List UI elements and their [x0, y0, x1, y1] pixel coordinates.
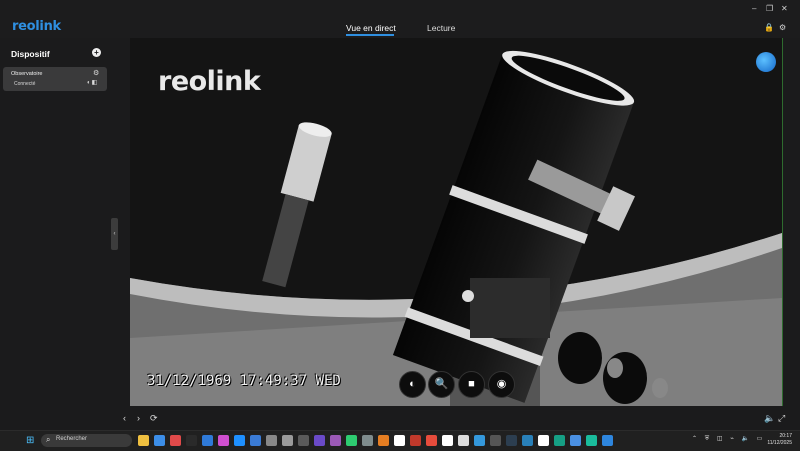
add-device-button[interactable]: +	[92, 48, 101, 57]
taskbar-app-icon[interactable]	[506, 435, 517, 446]
taskbar-app-icon[interactable]	[586, 435, 597, 446]
taskbar-apps	[138, 435, 613, 447]
lock-icon[interactable]: 🔒	[764, 23, 774, 32]
taskbar-app-icon[interactable]	[602, 435, 613, 446]
search-placeholder: Rechercher	[56, 436, 88, 442]
taskbar-app-icon[interactable]	[314, 435, 325, 446]
taskbar-app-icon[interactable]	[202, 435, 213, 446]
taskbar-app-icon[interactable]	[474, 435, 485, 446]
next-icon[interactable]: ›	[137, 413, 140, 423]
tab-live-view[interactable]: Vue en direct	[346, 23, 396, 33]
previous-icon[interactable]: ‹	[123, 413, 126, 423]
volume-icon[interactable]: 🔈	[764, 413, 775, 424]
gear-icon[interactable]: ⚙	[779, 23, 786, 32]
taskbar-app-icon[interactable]	[266, 435, 277, 446]
clock-time: 20:17	[779, 433, 792, 439]
taskbar-app-icon[interactable]	[490, 435, 501, 446]
taskbar-app-icon[interactable]	[426, 435, 437, 446]
snapshot-icon[interactable]: ◉	[488, 371, 515, 398]
windows-taskbar: ⊞ ⌕ Rechercher ⌃ ⛨ ◫ ⌁ 🔈 ▭ 20:17 11/12/2…	[0, 430, 800, 451]
taskbar-app-icon[interactable]	[522, 435, 533, 446]
taskbar-app-icon[interactable]	[250, 435, 261, 446]
tab-playback[interactable]: Lecture	[427, 23, 455, 33]
system-tray-icons[interactable]: ⌃ ⛨ ◫ ⌁ 🔈 ▭	[692, 435, 765, 443]
taskbar-app-icon[interactable]	[410, 435, 421, 446]
device-name: Observatoire	[11, 71, 43, 77]
clock-date: 11/12/2025	[767, 440, 792, 446]
search-icon: ⌕	[46, 435, 51, 444]
device-status: Connecté	[14, 81, 36, 87]
taskbar-app-icon[interactable]	[234, 435, 245, 446]
start-icon[interactable]: ⊞	[26, 436, 36, 446]
taskbar-app-icon[interactable]	[362, 435, 373, 446]
taskbar-app-icon[interactable]	[346, 435, 357, 446]
taskbar-app-icon[interactable]	[170, 435, 181, 446]
taskbar-app-icon[interactable]	[442, 435, 453, 446]
taskbar-app-icon[interactable]	[282, 435, 293, 446]
taskbar-app-icon[interactable]	[538, 435, 549, 446]
sidebar-collapse-handle[interactable]: ‹	[111, 218, 118, 250]
live-video-view[interactable]: reolink 31/12/1969 17:49:37 WED ◐ 🔍 ■ ◉	[130, 38, 783, 406]
taskbar-app-icon[interactable]	[186, 435, 197, 446]
device-status-icons: ◐◧	[87, 80, 99, 86]
fullscreen-icon[interactable]: ⤢	[778, 413, 785, 424]
taskbar-app-icon[interactable]	[330, 435, 341, 446]
video-timestamp: 31/12/1969 17:49:37 WED	[147, 373, 341, 389]
player-bottom-bar: ‹ › ⟳ 🔈 ⤢	[0, 406, 800, 430]
sidebar-title: Dispositif	[11, 49, 50, 59]
ai-detection-icon[interactable]	[756, 52, 776, 72]
app-logo: reolink	[12, 19, 61, 34]
taskbar-app-icon[interactable]	[570, 435, 581, 446]
close-button[interactable]: ✕	[781, 4, 788, 13]
device-item-observatoire[interactable]: Observatoire Connecté ⚙ ◐◧	[3, 67, 107, 91]
taskbar-app-icon[interactable]	[378, 435, 389, 446]
device-sidebar: Dispositif + Observatoire Connecté ⚙ ◐◧	[0, 38, 112, 406]
title-bar: reolink Vue en direct Lecture – ❐ ✕ 🔒 ⚙	[0, 0, 800, 38]
zoom-icon[interactable]: 🔍	[428, 371, 455, 398]
taskbar-clock[interactable]: 20:17 11/12/2025	[762, 433, 792, 447]
taskbar-search[interactable]: ⌕ Rechercher	[41, 434, 132, 447]
restore-button[interactable]: ❐	[766, 4, 773, 13]
taskbar-app-icon[interactable]	[218, 435, 229, 446]
taskbar-app-icon[interactable]	[154, 435, 165, 446]
taskbar-app-icon[interactable]	[138, 435, 149, 446]
device-settings-icon[interactable]: ⚙	[93, 69, 99, 77]
active-tab-indicator	[346, 34, 394, 36]
taskbar-app-icon[interactable]	[458, 435, 469, 446]
refresh-icon[interactable]: ⟳	[150, 413, 158, 424]
taskbar-app-icon[interactable]	[554, 435, 565, 446]
minimize-button[interactable]: –	[752, 4, 756, 13]
taskbar-app-icon[interactable]	[394, 435, 405, 446]
ptz-icon[interactable]: ◐	[399, 371, 426, 398]
taskbar-app-icon[interactable]	[298, 435, 309, 446]
reolink-watermark: reolink	[158, 66, 261, 97]
record-icon[interactable]: ■	[458, 371, 485, 398]
